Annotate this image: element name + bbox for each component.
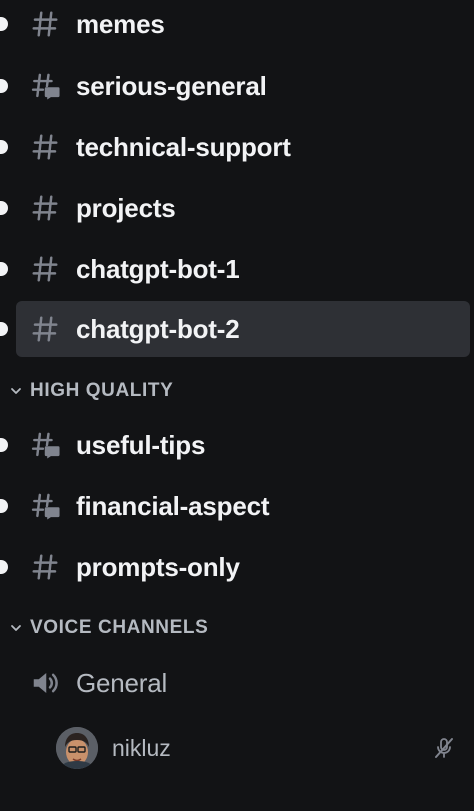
category-high-quality[interactable]: HIGH QUALITY bbox=[6, 377, 173, 405]
channel-serious-general[interactable]: serious-general bbox=[0, 58, 470, 114]
channel-financial-aspect[interactable]: financial-aspect bbox=[0, 478, 470, 534]
voice-channel-general[interactable]: General bbox=[16, 655, 470, 711]
channel-chatgpt-bot-2[interactable]: chatgpt-bot-2 bbox=[0, 301, 470, 357]
channel-name: chatgpt-bot-1 bbox=[76, 253, 240, 284]
username: nikluz bbox=[112, 734, 171, 761]
channel-technical-support[interactable]: technical-support bbox=[0, 119, 470, 175]
channel-prompts-only[interactable]: prompts-only bbox=[0, 539, 470, 595]
channel-name: useful-tips bbox=[76, 429, 206, 460]
hash-thread-icon bbox=[16, 66, 76, 106]
hash-icon bbox=[16, 249, 76, 289]
channel-name: financial-aspect bbox=[76, 490, 270, 521]
unread-indicator bbox=[0, 201, 8, 215]
hash-icon bbox=[16, 309, 76, 349]
unread-indicator bbox=[0, 262, 8, 276]
voice-user-nikluz[interactable]: nikluz bbox=[56, 724, 460, 772]
channel-name: chatgpt-bot-2 bbox=[76, 313, 240, 344]
unread-indicator bbox=[0, 79, 8, 93]
unread-indicator bbox=[0, 560, 8, 574]
unread-indicator bbox=[0, 17, 8, 31]
channel-name: memes bbox=[76, 8, 165, 39]
channel-memes[interactable]: memes bbox=[0, 0, 470, 52]
hash-icon bbox=[16, 188, 76, 228]
hash-icon bbox=[16, 547, 76, 587]
hash-icon bbox=[16, 127, 76, 167]
category-label: VOICE CHANNELS bbox=[30, 617, 209, 638]
unread-indicator bbox=[0, 140, 8, 154]
category-label: HIGH QUALITY bbox=[30, 380, 174, 401]
channel-list: memes serious-general technical-support … bbox=[0, 0, 474, 811]
channel-chatgpt-bot-1[interactable]: chatgpt-bot-1 bbox=[0, 241, 470, 297]
channel-name: serious-general bbox=[76, 70, 267, 101]
voice-channel-name: General bbox=[76, 667, 168, 698]
category-voice-channels[interactable]: VOICE CHANNELS bbox=[6, 614, 208, 642]
channel-name: projects bbox=[76, 192, 176, 223]
channel-name: prompts-only bbox=[76, 551, 240, 582]
chevron-down-icon bbox=[6, 618, 26, 638]
muted-mic-icon bbox=[432, 736, 456, 765]
hash-thread-icon bbox=[16, 486, 76, 526]
channel-name: technical-support bbox=[76, 131, 291, 162]
unread-indicator bbox=[0, 438, 8, 452]
speaker-icon bbox=[16, 663, 76, 703]
hash-thread-icon bbox=[16, 425, 76, 465]
unread-indicator bbox=[0, 322, 8, 336]
chevron-down-icon bbox=[6, 381, 26, 401]
unread-indicator bbox=[0, 499, 8, 513]
channel-projects[interactable]: projects bbox=[0, 180, 470, 236]
avatar[interactable] bbox=[56, 727, 98, 769]
channel-useful-tips[interactable]: useful-tips bbox=[0, 417, 470, 473]
hash-icon bbox=[16, 4, 76, 44]
